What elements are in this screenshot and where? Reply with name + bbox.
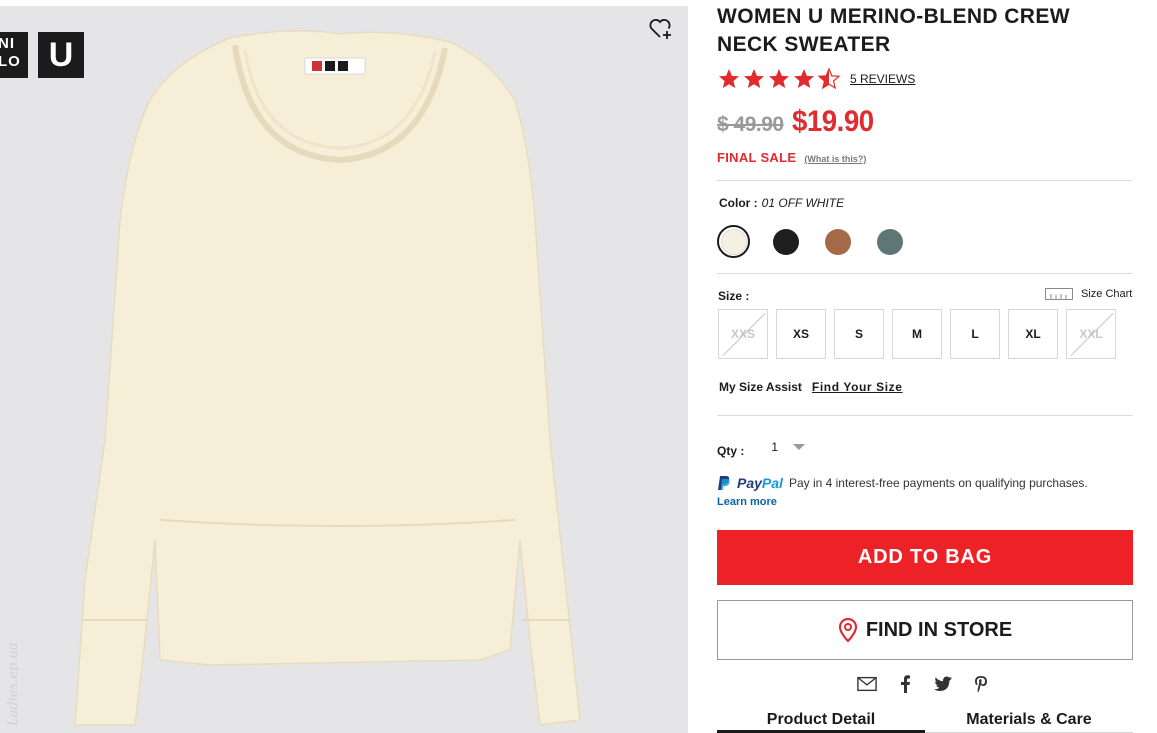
product-rating: 5 REVIEWS: [717, 67, 915, 91]
divider: [717, 415, 1133, 416]
size-chart-label: Size Chart: [1081, 288, 1133, 300]
qty-value: 1: [771, 440, 779, 454]
swatch-brown[interactable]: [821, 225, 854, 258]
size-option-xl[interactable]: XL: [1008, 309, 1058, 359]
size-option-xxs[interactable]: XXS: [718, 309, 768, 359]
swatch-color: [720, 228, 747, 255]
star-rating: [717, 67, 841, 91]
swatch-black[interactable]: [769, 225, 802, 258]
price-block: $ 49.90 $19.90: [717, 105, 880, 139]
final-sale-row: FINAL SALE (What is this?): [717, 150, 866, 165]
star-icon: [719, 69, 739, 88]
product-image-panel: NI LO U Ladies.ep.ua: [0, 6, 688, 733]
final-sale-label: FINAL SALE: [717, 150, 797, 165]
size-option-xs[interactable]: XS: [776, 309, 826, 359]
half-star-icon: [817, 67, 841, 90]
reviews-link[interactable]: 5 REVIEWS: [850, 72, 915, 86]
divider: [717, 273, 1133, 274]
quantity-select[interactable]: 1: [771, 440, 806, 454]
divider: [717, 180, 1133, 181]
paypal-message: PayPal Pay in 4 interest-free payments o…: [717, 475, 1088, 491]
swatch-off-white[interactable]: [717, 225, 750, 258]
add-to-bag-button[interactable]: ADD TO BAG: [717, 530, 1133, 585]
find-in-store-button[interactable]: FIND IN STORE: [717, 600, 1133, 660]
quantity-row: Qty : 1: [717, 440, 806, 458]
swatch-color: [824, 228, 851, 255]
product-title: WOMEN U MERINO-BLEND CREW NECK SWEATER: [717, 5, 1070, 56]
size-label: Size :: [718, 289, 750, 303]
facebook-icon[interactable]: [895, 674, 915, 694]
paypal-text: Pay in 4 interest-free payments on quali…: [788, 476, 1088, 490]
swatch-green[interactable]: [873, 225, 906, 258]
color-value: 01 OFF WHITE: [761, 196, 845, 210]
ruler-icon: [1045, 288, 1073, 300]
star-icon: [794, 69, 814, 88]
paypal-icon: [718, 476, 730, 490]
qty-label: Qty :: [717, 444, 745, 458]
twitter-icon[interactable]: [933, 674, 953, 694]
color-swatches: [717, 225, 906, 258]
email-icon[interactable]: [857, 674, 877, 694]
sweater-product-image: [74, 30, 581, 726]
star-icon: [769, 69, 789, 88]
mysize-label: My Size Assist: [719, 380, 802, 394]
color-selection-label: Color :01 OFF WHITE: [719, 196, 844, 210]
size-option-s[interactable]: S: [834, 309, 884, 359]
pinterest-icon[interactable]: [971, 674, 991, 694]
star-icon: [744, 69, 764, 88]
size-chart-link[interactable]: Size Chart: [1045, 288, 1132, 300]
original-price: $ 49.90: [717, 113, 784, 136]
share-icons: [857, 674, 991, 694]
brand-logo-text: NI LO: [0, 32, 28, 78]
find-your-size-link[interactable]: Find Your Size: [812, 380, 903, 394]
chevron-down-icon: [793, 444, 806, 450]
size-option-xxl[interactable]: XXL: [1066, 309, 1116, 359]
color-label: Color :: [719, 196, 758, 210]
find-in-store-label: FIND IN STORE: [865, 618, 1013, 641]
paypal-learn-more-link[interactable]: Learn more: [717, 496, 777, 508]
sale-price: $19.90: [791, 105, 874, 138]
paypal-logo-pay: Pay: [737, 475, 762, 491]
swatch-color: [876, 228, 903, 255]
what-is-this-link[interactable]: (What is this?): [804, 154, 866, 164]
swatch-color: [772, 228, 799, 255]
size-option-l[interactable]: L: [950, 309, 1000, 359]
watermark-text: Ladies.ep.ua: [6, 642, 21, 726]
tab-materials-care[interactable]: Materials & Care: [925, 708, 1133, 733]
mysize-assist: My Size Assist Find Your Size: [719, 380, 903, 394]
product-tabs: Product Detail Materials & Care: [717, 708, 1133, 733]
paypal-logo-pal: Pal: [761, 475, 783, 491]
location-pin-icon: [838, 618, 857, 642]
size-option-m[interactable]: M: [892, 309, 942, 359]
paypal-logo: PayPal: [737, 475, 783, 491]
add-to-wishlist-icon[interactable]: [648, 16, 674, 42]
size-options: XXS XS S M L XL XXL: [718, 309, 1116, 359]
tab-product-detail[interactable]: Product Detail: [717, 708, 925, 733]
